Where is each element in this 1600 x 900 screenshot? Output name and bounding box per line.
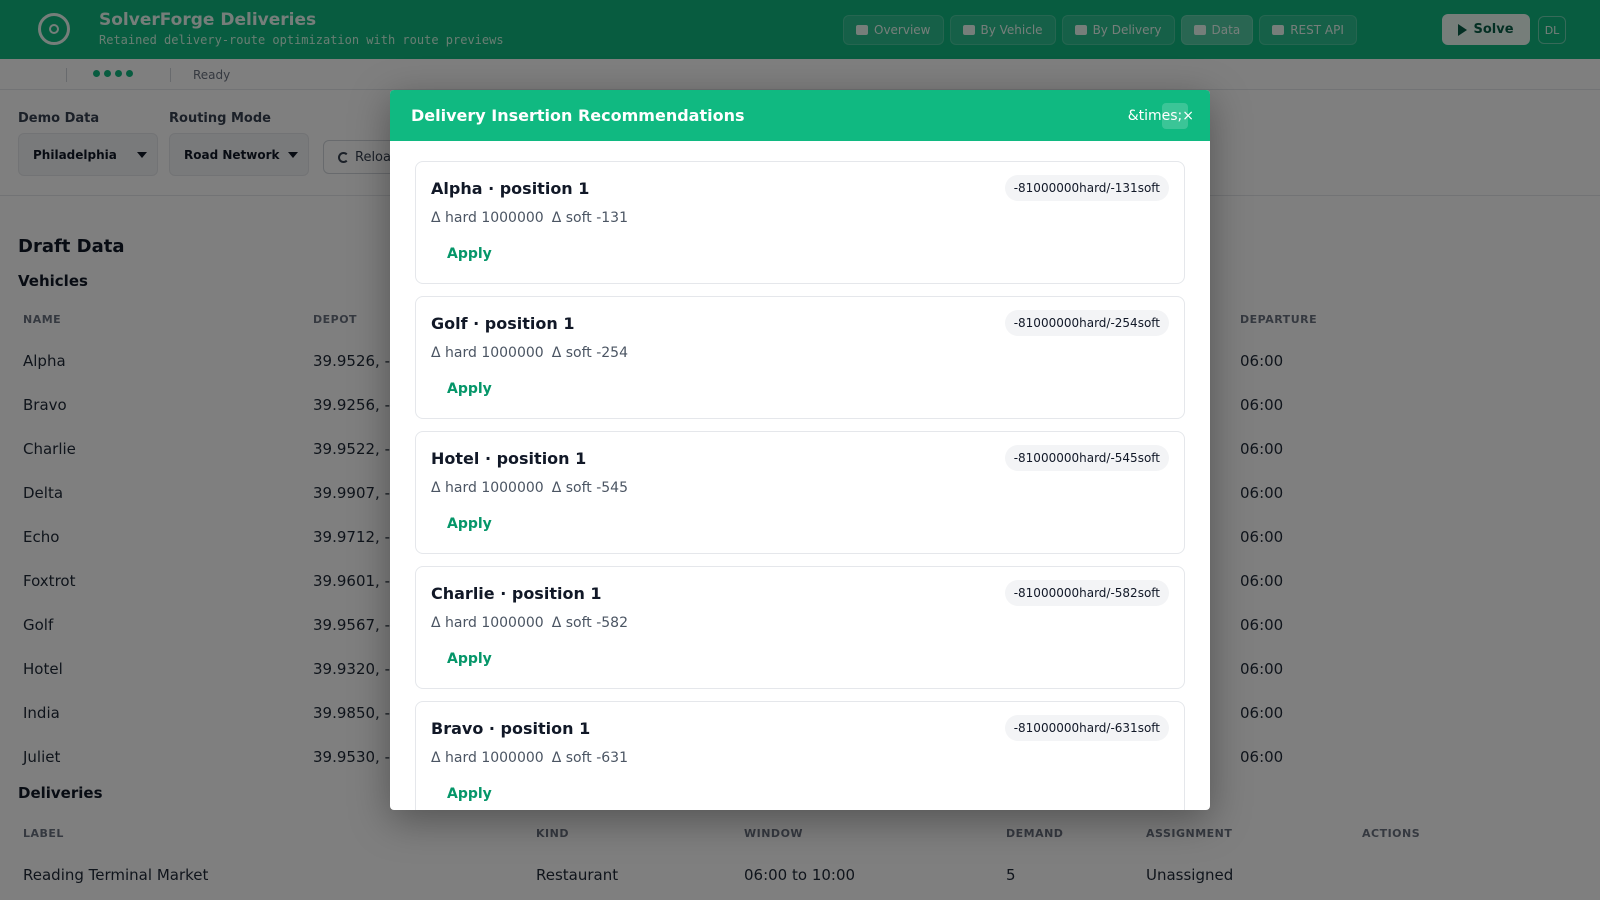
- insertion-recommendations-modal: Delivery Insertion Recommendations &time…: [390, 90, 1210, 810]
- score-badge: -81000000hard/-631soft: [1004, 715, 1169, 741]
- recommendation-title: Hotel · position 1: [431, 449, 587, 468]
- recommendation-title: Bravo · position 1: [431, 719, 591, 738]
- delta-soft: Δ soft -631: [551, 750, 628, 766]
- score-delta: Δ hard 1000000 Δ soft -582: [431, 615, 628, 631]
- delta-hard: Δ hard 1000000: [431, 480, 544, 496]
- recommendation-title: Golf · position 1: [431, 314, 575, 333]
- apply-button[interactable]: Apply: [431, 509, 508, 539]
- recommendation-card: Bravo · position 1 -81000000hard/-631sof…: [415, 701, 1185, 810]
- close-button[interactable]: &times;×: [1126, 102, 1196, 129]
- score-delta: Δ hard 1000000 Δ soft -631: [431, 750, 628, 766]
- recommendation-card: Golf · position 1 -81000000hard/-254soft…: [415, 296, 1185, 419]
- delta-hard: Δ hard 1000000: [431, 750, 544, 766]
- delta-soft: Δ soft -582: [551, 615, 628, 631]
- score-badge: -81000000hard/-131soft: [1004, 175, 1169, 201]
- modal-header: Delivery Insertion Recommendations &time…: [390, 90, 1210, 141]
- modal-title: Delivery Insertion Recommendations: [411, 106, 745, 125]
- modal-body[interactable]: Alpha · position 1 -81000000hard/-131sof…: [390, 141, 1210, 810]
- delta-soft: Δ soft -254: [551, 345, 628, 361]
- recommendation-card: Charlie · position 1 -81000000hard/-582s…: [415, 566, 1185, 689]
- score-delta: Δ hard 1000000 Δ soft -545: [431, 480, 628, 496]
- apply-button[interactable]: Apply: [431, 374, 508, 404]
- score-badge: -81000000hard/-254soft: [1004, 310, 1169, 336]
- recommendation-title: Charlie · position 1: [431, 584, 602, 603]
- score-delta: Δ hard 1000000 Δ soft -131: [431, 210, 628, 226]
- score-badge: -81000000hard/-582soft: [1004, 580, 1169, 606]
- delta-hard: Δ hard 1000000: [431, 615, 544, 631]
- recommendation-title: Alpha · position 1: [431, 179, 590, 198]
- score-badge: -81000000hard/-545soft: [1004, 445, 1169, 471]
- recommendation-card: Alpha · position 1 -81000000hard/-131sof…: [415, 161, 1185, 284]
- delta-soft: Δ soft -131: [551, 210, 628, 226]
- apply-button[interactable]: Apply: [431, 644, 508, 674]
- recommendation-card: Hotel · position 1 -81000000hard/-545sof…: [415, 431, 1185, 554]
- apply-button[interactable]: Apply: [431, 779, 508, 809]
- delta-soft: Δ soft -545: [551, 480, 628, 496]
- delta-hard: Δ hard 1000000: [431, 345, 544, 361]
- score-delta: Δ hard 1000000 Δ soft -254: [431, 345, 628, 361]
- delta-hard: Δ hard 1000000: [431, 210, 544, 226]
- apply-button[interactable]: Apply: [431, 239, 508, 269]
